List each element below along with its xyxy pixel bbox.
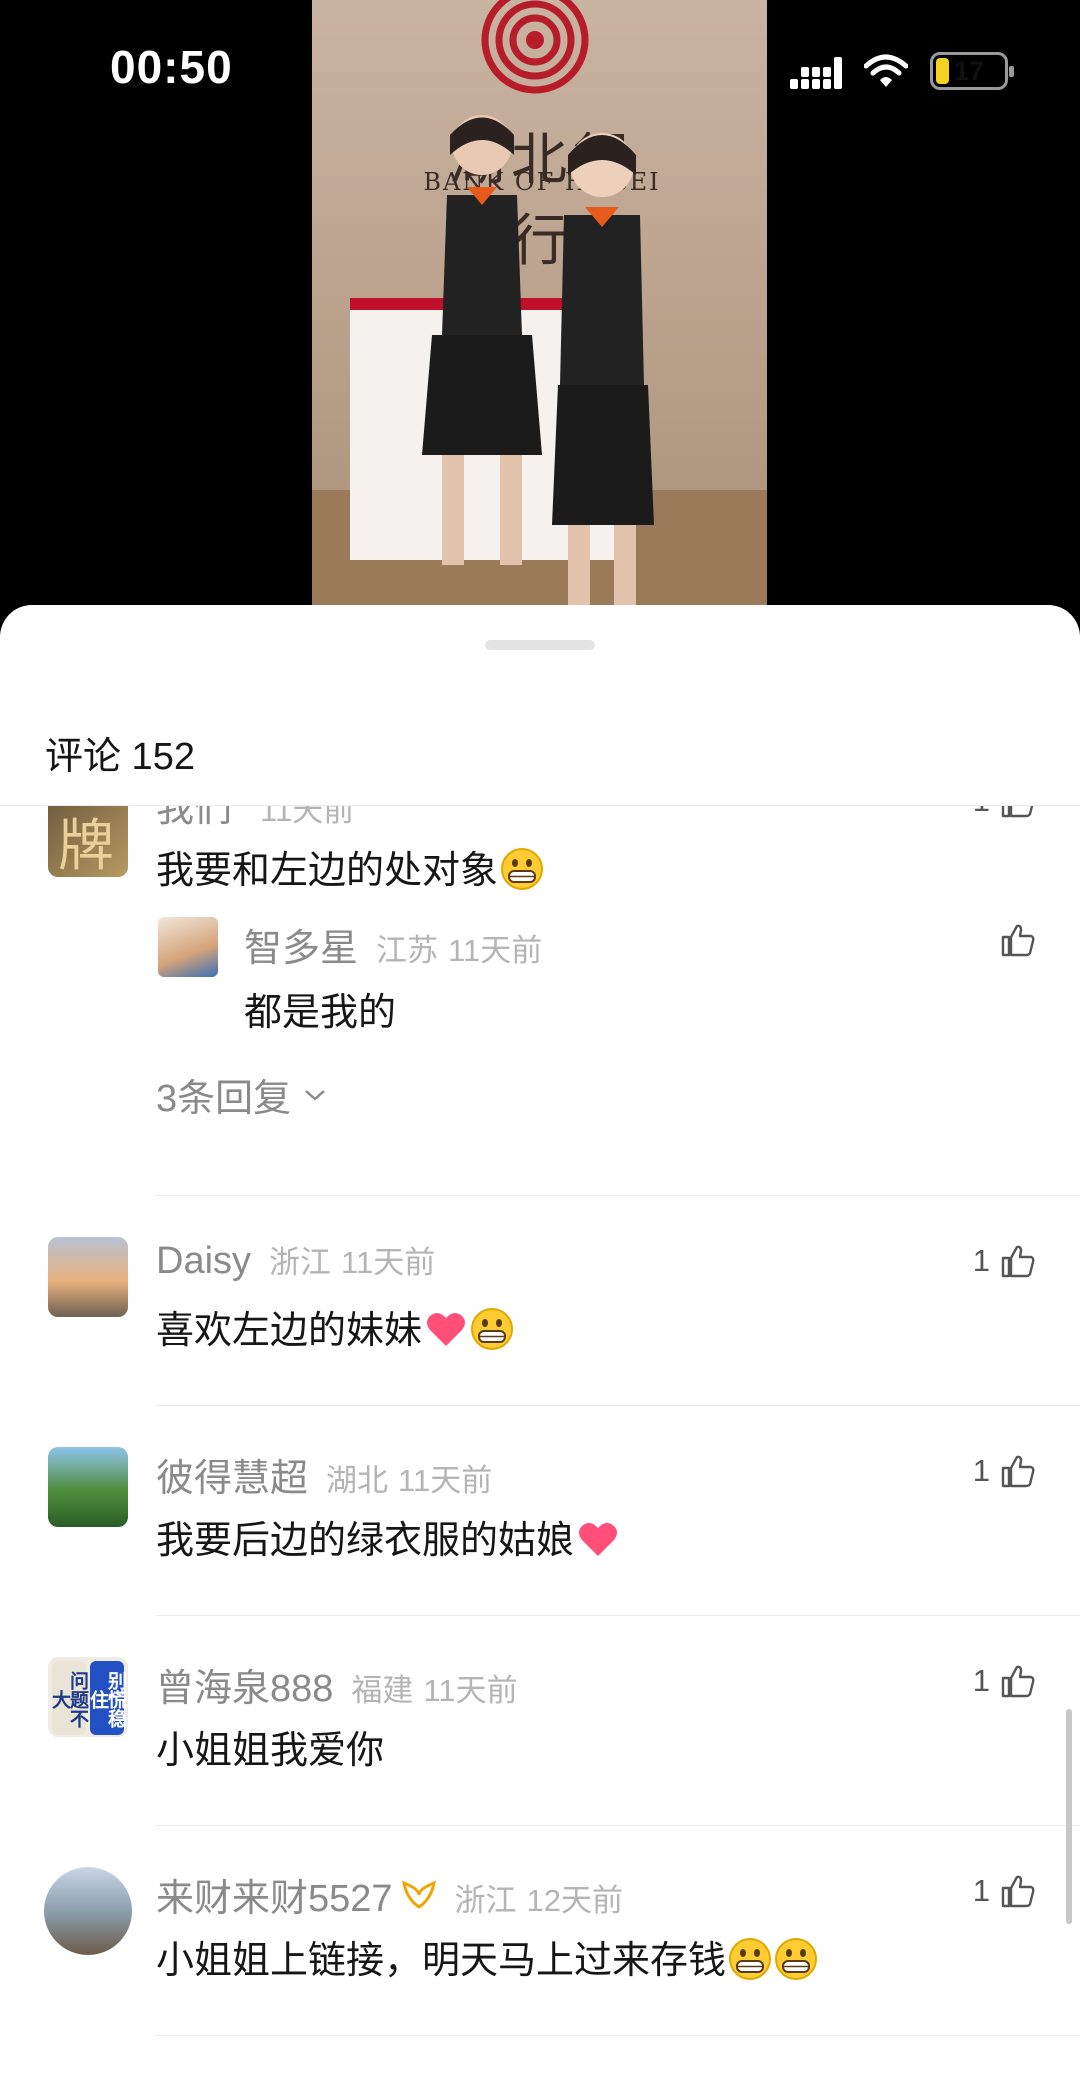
grin-emoji-icon (775, 1938, 818, 1980)
comment-text: 小姐姐我爱你 (156, 1730, 385, 1772)
username[interactable]: 曾海泉888 (156, 1657, 333, 1712)
wifi-icon (864, 54, 908, 87)
comment-meta: 曾海泉888 福建 11天前 (156, 1657, 518, 1710)
like-count: 1 (972, 1663, 990, 1698)
comment-meta: 来财来财5527 浙江 12天前 (156, 1867, 624, 1920)
comment-meta: 我们 11天前 (156, 805, 355, 830)
clock: 00:50 (110, 41, 233, 93)
divider (156, 2035, 1080, 2036)
thumbs-up-icon (1001, 1455, 1035, 1488)
comment-text: 喜欢左边的妹妹 (156, 1299, 514, 1354)
divider (156, 1195, 1080, 1196)
expand-replies-label: 3条回复 (156, 1078, 292, 1120)
username[interactable]: 来财来财5527 (156, 1867, 393, 1922)
two-women-in-uniform (422, 115, 654, 605)
comment-text: 小姐姐上链接，明天马上过来存钱 (156, 1929, 818, 1984)
reply-username[interactable]: 智多星 (244, 917, 358, 972)
cellular-signal-icon (790, 57, 842, 89)
username[interactable]: 彼得慧超 (156, 1447, 308, 1502)
reply-text: 都是我的 (244, 992, 397, 1034)
battery-level: 17 (953, 56, 985, 86)
like-button[interactable]: 1 (973, 1873, 1036, 1909)
reply-time: 11天前 (448, 933, 543, 968)
divider (156, 1405, 1080, 1406)
comment-list[interactable]: 牌 我们 11天前 我要和左边的处对象 1 智多星 江苏 11天前 都是我 (0, 805, 1080, 2091)
comment-time: 11天前 (260, 805, 355, 828)
username[interactable]: 我们 (156, 805, 232, 832)
heart-emoji-icon (427, 1312, 466, 1346)
like-button[interactable]: 1 (973, 1243, 1036, 1279)
thumbs-up-icon (1001, 1875, 1035, 1908)
avatar-text-1: 问题不大 (49, 1661, 88, 1735)
expand-replies-button[interactable]: 3条回复 (156, 1067, 327, 1122)
like-count: 1 (972, 1243, 990, 1278)
user-avatar[interactable] (44, 1867, 132, 1955)
comment-time: 12天前 (526, 1883, 624, 1918)
user-avatar[interactable]: 牌 (48, 805, 128, 877)
like-count: 1 (973, 805, 990, 819)
username[interactable]: Daisy (156, 1240, 251, 1283)
vip-badge-icon (401, 1880, 436, 1909)
user-location: 湖北 (326, 1463, 389, 1498)
reply-meta: 智多星 江苏 11天前 (244, 917, 543, 970)
thumbs-up-icon (1001, 1665, 1035, 1698)
reply-avatar[interactable] (158, 917, 218, 977)
comments-header: 评论 152 (0, 675, 1080, 806)
scrollbar[interactable] (1066, 1709, 1072, 1924)
thumbs-up-icon (1001, 1245, 1035, 1278)
comment-meta: 彼得慧超 湖北 11天前 (156, 1447, 493, 1500)
comment-time: 11天前 (423, 1673, 518, 1708)
thumbs-up-icon (1001, 805, 1034, 818)
grin-emoji-icon (471, 1308, 514, 1350)
like-count: 1 (972, 1453, 990, 1488)
avatar-text-2: 别慌稳住 (87, 1661, 126, 1735)
like-count: 1 (972, 1873, 990, 1908)
user-location: 浙江 (454, 1883, 517, 1918)
comment-meta: Daisy 浙江 11天前 (156, 1237, 435, 1287)
chevron-down-icon (305, 1089, 325, 1101)
user-location: 福建 (351, 1673, 414, 1708)
reply-like-button[interactable] (990, 923, 1036, 957)
grin-emoji-icon (729, 1938, 772, 1980)
comment-time: 11天前 (341, 1245, 436, 1280)
thumbs-up-icon (1001, 924, 1035, 957)
comment-sheet: 评论 152 牌 我们 11天前 我要和左边的处对象 1 智多星 (0, 605, 1080, 2091)
comments-title: 评论 152 (45, 736, 195, 778)
status-bar: 00:50 17 (0, 0, 1080, 140)
comment-text: 我要和左边的处对象 (156, 839, 544, 894)
reply-location: 江苏 (376, 933, 439, 968)
comment-time: 11天前 (398, 1463, 493, 1498)
user-avatar[interactable] (48, 1447, 128, 1527)
user-avatar[interactable]: 问题不大 别慌稳住 (48, 1657, 128, 1737)
comment-text: 我要后边的绿衣服的姑娘 (156, 1509, 620, 1564)
like-button[interactable]: 1 (973, 1663, 1036, 1699)
heart-emoji-icon (579, 1522, 618, 1556)
like-button[interactable]: 1 (973, 805, 1036, 819)
user-location: 浙江 (269, 1245, 332, 1280)
drag-handle[interactable] (485, 640, 595, 650)
divider (156, 1615, 1080, 1616)
user-avatar[interactable] (48, 1237, 128, 1317)
battery-icon: 17 (930, 52, 1014, 90)
like-button[interactable]: 1 (973, 1453, 1036, 1489)
divider (156, 1825, 1080, 1826)
grin-emoji-icon (501, 848, 544, 890)
